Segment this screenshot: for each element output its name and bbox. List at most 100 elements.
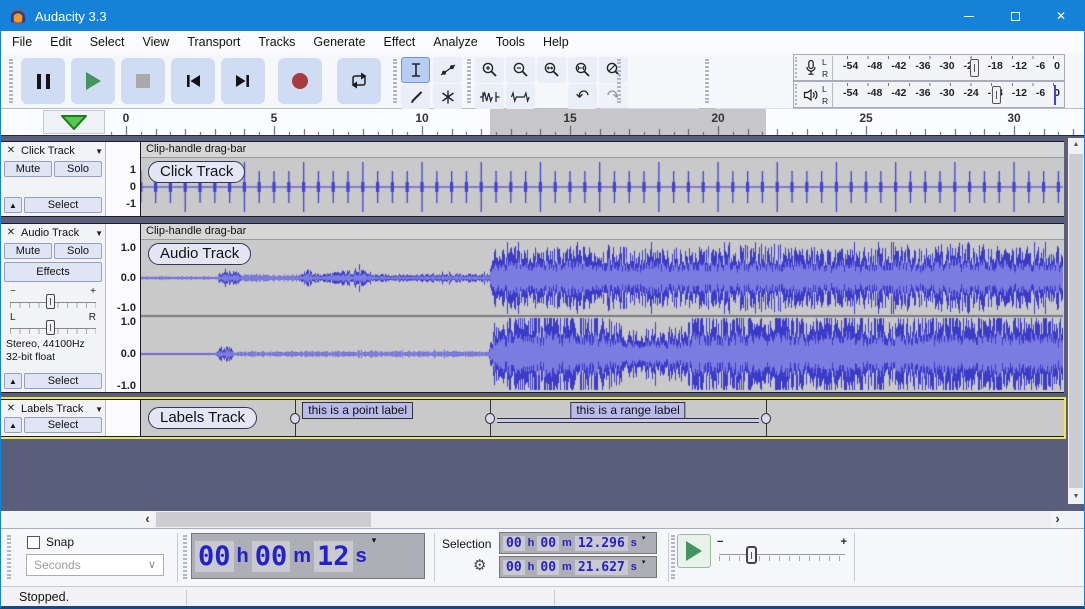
silence-selection-button[interactable] xyxy=(506,84,535,110)
track-area[interactable]: ✕ Click Track ▼ Mute Solo ▲ Select 1 0 -… xyxy=(1,136,1084,511)
time-value[interactable]: 21.627 xyxy=(574,559,628,575)
pause-button[interactable] xyxy=(21,58,65,104)
recording-volume-slider[interactable] xyxy=(969,59,979,77)
time-value[interactable]: 12 xyxy=(314,540,353,572)
time-value[interactable]: 00 xyxy=(195,540,234,572)
audio-track-clip-handle[interactable]: Clip-handle drag-bar xyxy=(141,224,1064,240)
vertical-scrollbar[interactable]: ▲ ▼ xyxy=(1068,138,1084,504)
vertical-scrollbar-thumb[interactable] xyxy=(1069,154,1083,488)
selection-end-display[interactable]: 00 h 00 m 21.627 s ▾ xyxy=(499,556,657,578)
edit-toolbar-grip[interactable] xyxy=(467,59,471,103)
undo-button[interactable]: ↶ xyxy=(568,84,597,110)
menu-item-effect[interactable]: Effect xyxy=(375,31,425,53)
redo-button[interactable]: ↷ xyxy=(599,84,628,110)
audio-track-pan-slider[interactable]: L R xyxy=(5,312,101,336)
close-button[interactable]: ✕ xyxy=(1038,1,1084,31)
snapping-toolbar-grip[interactable] xyxy=(7,535,11,579)
zoom-in-button[interactable] xyxy=(475,57,504,83)
time-format-dropdown-icon[interactable]: ▾ xyxy=(642,558,646,566)
audio-track-gain-slider[interactable]: − + xyxy=(5,286,101,310)
fit-project-button[interactable] xyxy=(568,57,597,83)
share-toolbar-grip[interactable] xyxy=(705,59,709,103)
time-value[interactable]: 12.296 xyxy=(574,535,628,551)
tools-toolbar-grip[interactable] xyxy=(393,59,397,103)
play-button[interactable] xyxy=(71,58,115,104)
menu-item-select[interactable]: Select xyxy=(81,31,134,53)
playback-meter[interactable]: L R -54-48-42-36-30-24-18-12-60 xyxy=(793,81,1065,108)
range-label-left-handle[interactable] xyxy=(484,413,495,424)
play-at-speed-button[interactable] xyxy=(677,534,711,568)
audio-position-display[interactable]: 00 h 00 m 12 s ▾ xyxy=(191,533,425,579)
multi-tool-button[interactable] xyxy=(433,84,462,110)
horizontal-scrollbar-thumb[interactable] xyxy=(156,512,371,527)
draw-tool-button[interactable] xyxy=(401,84,430,110)
selection-start-display[interactable]: 00 h 00 m 12.296 s ▾ xyxy=(499,532,657,554)
selection-tool-button[interactable] xyxy=(401,57,430,83)
menu-item-tracks[interactable]: Tracks xyxy=(249,31,304,53)
record-button[interactable] xyxy=(278,58,322,104)
scroll-left-arrow[interactable]: ‹ xyxy=(141,511,154,528)
recording-meter[interactable]: L R -54-48-42-36-30-24-18-12-60 xyxy=(793,54,1065,81)
click-track-vertical-ruler[interactable]: 1 0 -1 xyxy=(105,142,140,216)
click-track-solo-button[interactable]: Solo xyxy=(54,161,102,177)
horizontal-scrollbar-track[interactable] xyxy=(154,511,1051,528)
point-label-text[interactable]: this is a point label xyxy=(302,402,414,419)
time-format-dropdown-icon[interactable]: ▾ xyxy=(642,534,646,542)
time-toolbar-grip[interactable] xyxy=(183,535,187,579)
menu-item-tools[interactable]: Tools xyxy=(487,31,534,53)
point-label-handle[interactable] xyxy=(290,413,301,424)
click-track-select-button[interactable]: Select xyxy=(24,197,102,213)
labels-track-collapse-button[interactable]: ▲ xyxy=(4,417,22,433)
audio-track-close-button[interactable]: ✕ xyxy=(4,226,18,240)
range-label-right-handle[interactable] xyxy=(761,413,772,424)
click-track-clip[interactable]: Clip-handle drag-bar Click Track xyxy=(141,142,1064,216)
click-track-close-button[interactable]: ✕ xyxy=(4,144,18,158)
labels-track-body[interactable]: Labels Track this is a point label this i… xyxy=(141,400,1064,436)
title-bar[interactable]: Audacity 3.3 ✕ xyxy=(1,1,1084,31)
click-track-collapse-button[interactable]: ▲ xyxy=(4,197,22,213)
zoom-out-button[interactable] xyxy=(506,57,535,83)
audio-track-collapse-button[interactable]: ▲ xyxy=(4,373,22,389)
skip-to-end-button[interactable] xyxy=(221,58,265,104)
maximize-button[interactable] xyxy=(992,1,1038,31)
scroll-down-arrow[interactable]: ▼ xyxy=(1068,490,1084,504)
zoom-toggle-button[interactable] xyxy=(599,57,628,83)
time-value[interactable]: 00 xyxy=(503,535,525,551)
click-track-mute-button[interactable]: Mute xyxy=(4,161,52,177)
time-value[interactable]: 00 xyxy=(251,540,291,572)
playback-volume-slider[interactable] xyxy=(992,86,1002,104)
play-at-speed-toolbar-grip[interactable] xyxy=(671,535,675,579)
stop-button[interactable] xyxy=(121,58,165,104)
menu-item-view[interactable]: View xyxy=(133,31,178,53)
playback-meter-scale[interactable]: -54-48-42-36-30-24-18-12-60 xyxy=(833,82,1064,107)
selection-settings-gear-icon[interactable]: ⚙ xyxy=(473,556,486,574)
time-value[interactable]: 00 xyxy=(537,559,560,575)
audio-track-clip[interactable]: Clip-handle drag-bar Audio Track xyxy=(141,224,1064,392)
snap-format-select[interactable]: Seconds ∨ xyxy=(26,554,164,576)
time-format-dropdown-icon[interactable]: ▾ xyxy=(372,535,377,546)
gain-slider-thumb[interactable] xyxy=(46,294,55,309)
audio-track-select-button[interactable]: Select xyxy=(24,373,102,389)
menu-item-generate[interactable]: Generate xyxy=(304,31,374,53)
menu-item-help[interactable]: Help xyxy=(534,31,578,53)
envelope-tool-button[interactable] xyxy=(433,57,462,83)
loop-button[interactable] xyxy=(337,58,381,104)
click-track-clip-handle[interactable]: Clip-handle drag-bar xyxy=(141,142,1064,158)
play-speed-slider[interactable]: − + xyxy=(715,536,849,566)
labels-track-close-button[interactable]: ✕ xyxy=(4,402,18,416)
menu-item-file[interactable]: File xyxy=(3,31,41,53)
audio-track-name-menu[interactable]: Audio Track ▼ xyxy=(20,226,104,240)
play-speed-slider-thumb[interactable] xyxy=(746,546,758,564)
menu-item-analyze[interactable]: Analyze xyxy=(424,31,486,53)
audio-track-vertical-ruler[interactable]: 1.0 0.0 -1.0 1.0 0.0 -1.0 xyxy=(105,224,140,392)
audio-setup-toolbar-grip[interactable] xyxy=(617,59,621,103)
labels-track-select-button[interactable]: Select xyxy=(24,417,102,433)
click-track-waveform[interactable] xyxy=(141,158,1063,216)
zoom-to-selection-button[interactable] xyxy=(537,57,566,83)
timeline-ruler[interactable]: 0 5 10 15 20 25 30 xyxy=(1,109,1084,136)
pan-slider-thumb[interactable] xyxy=(46,320,55,335)
click-track-name-menu[interactable]: Click Track ▼ xyxy=(20,144,104,158)
minimize-button[interactable] xyxy=(946,1,992,31)
skip-to-start-button[interactable] xyxy=(171,58,215,104)
audio-track-waveform[interactable] xyxy=(141,240,1063,392)
